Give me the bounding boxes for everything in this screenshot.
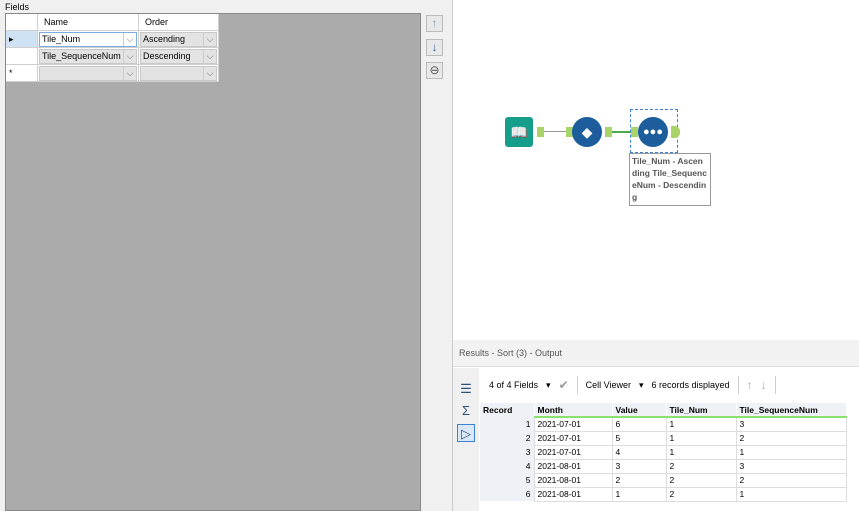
- move-up-button[interactable]: ↑: [426, 15, 443, 32]
- table-row: 2 2021-07-01 5 1 2: [480, 430, 847, 446]
- table-cell[interactable]: 2021-08-01: [533, 458, 613, 474]
- table-cell[interactable]: 6: [611, 416, 667, 432]
- table-cell[interactable]: 2: [735, 430, 847, 446]
- table-row: 6 2021-08-01 1 2 1: [480, 486, 847, 502]
- column-header[interactable]: Tile_Num: [666, 403, 737, 418]
- chevron-down-icon[interactable]: ⌵: [123, 50, 136, 63]
- field-row[interactable]: Tile_SequenceNum ⌵ Descending ⌵: [6, 48, 219, 65]
- order-dropdown[interactable]: Ascending ⌵: [140, 32, 217, 47]
- tile-tool-icon[interactable]: ◆: [572, 117, 602, 147]
- output-anchor[interactable]: [537, 127, 544, 137]
- column-header[interactable]: Value: [612, 403, 667, 418]
- checkmark-icon[interactable]: ✔: [559, 378, 569, 392]
- table-cell[interactable]: 1: [480, 417, 534, 431]
- order-dropdown[interactable]: ⌵: [140, 66, 217, 81]
- dropdown-caret-icon[interactable]: ▾: [639, 380, 644, 391]
- sort-annotation: Tile_Num - Ascending Tile_SequenceNum - …: [629, 153, 711, 206]
- row-marker: ▸: [6, 31, 38, 48]
- table-cell[interactable]: 5: [611, 430, 667, 446]
- cell-viewer-dropdown[interactable]: Cell Viewer: [586, 380, 631, 390]
- field-row[interactable]: ▸ Tile_Num ⌵ Ascending ⌵: [6, 31, 219, 48]
- results-table: Record Month Value Tile_Num Tile_SequenceNum…: [480, 403, 847, 502]
- table-cell[interactable]: 1: [735, 444, 847, 460]
- name-dropdown[interactable]: Tile_SequenceNum ⌵: [39, 49, 137, 64]
- table-cell[interactable]: 1: [665, 444, 737, 460]
- table-view-icon[interactable]: ☰: [457, 380, 475, 398]
- results-sidebar: ☰ Σ ▷: [453, 368, 479, 511]
- row-marker: *: [6, 65, 38, 82]
- table-cell[interactable]: 2021-08-01: [533, 486, 613, 502]
- column-header[interactable]: Month: [534, 403, 613, 418]
- dropdown-caret-icon[interactable]: ▾: [546, 380, 551, 391]
- column-header[interactable]: Record: [480, 403, 535, 417]
- name-dropdown[interactable]: ⌵: [39, 66, 137, 81]
- table-cell[interactable]: 1: [611, 486, 667, 502]
- move-down-button[interactable]: ↓: [426, 39, 443, 56]
- table-cell[interactable]: 4: [480, 459, 534, 473]
- sort-config-panel: Fields Name Order ▸ Tile_Num ⌵ Ascending ⌵…: [0, 0, 452, 511]
- table-cell[interactable]: 5: [480, 473, 534, 487]
- tag-view-icon[interactable]: ▷: [457, 424, 475, 442]
- results-toolbar: 4 of 4 Fields ▾ ✔ Cell Viewer ▾ 6 record…: [481, 370, 776, 400]
- sort-tool-icon[interactable]: ●●●: [638, 117, 668, 147]
- name-dropdown[interactable]: Tile_Num ⌵: [39, 32, 137, 47]
- row-marker: [6, 48, 38, 65]
- chevron-down-icon[interactable]: ⌵: [203, 67, 216, 80]
- fields-grid: Name Order ▸ Tile_Num ⌵ Ascending ⌵ Tile_S…: [5, 13, 421, 511]
- summary-icon[interactable]: Σ: [457, 402, 475, 420]
- arrow-up-icon[interactable]: ↑: [747, 378, 753, 392]
- table-cell[interactable]: 1: [735, 486, 847, 502]
- remove-button[interactable]: ⊖: [426, 62, 443, 79]
- column-header-name: Name: [38, 14, 139, 31]
- table-cell[interactable]: 3: [480, 445, 534, 459]
- table-cell[interactable]: 2: [665, 472, 737, 488]
- fields-dropdown[interactable]: 4 of 4 Fields: [489, 380, 538, 390]
- chevron-down-icon[interactable]: ⌵: [203, 50, 216, 63]
- table-row: 5 2021-08-01 2 2 2: [480, 472, 847, 488]
- table-cell[interactable]: 2021-07-01: [533, 416, 613, 432]
- results-title: Results - Sort (3) - Output: [453, 340, 859, 367]
- fields-label: Fields: [5, 2, 30, 12]
- order-dropdown[interactable]: Descending ⌵: [140, 49, 217, 64]
- column-header[interactable]: Tile_SequenceNum: [736, 403, 847, 418]
- records-displayed: 6 records displayed: [651, 380, 730, 390]
- column-header-order: Order: [139, 14, 219, 31]
- table-cell[interactable]: 2021-07-01: [533, 444, 613, 460]
- arrow-down-icon[interactable]: ↓: [761, 378, 767, 392]
- results-panel: Results - Sort (3) - Output ☰ Σ ▷ 4 of 4…: [452, 340, 859, 511]
- chevron-down-icon[interactable]: ⌵: [203, 33, 216, 46]
- table-row: 1 2021-07-01 6 1 3: [480, 416, 847, 432]
- table-cell[interactable]: 2: [480, 431, 534, 445]
- table-cell[interactable]: 6: [480, 487, 534, 501]
- table-cell[interactable]: 2: [611, 472, 667, 488]
- table-cell[interactable]: 4: [611, 444, 667, 460]
- table-row: 3 2021-07-01 4 1 1: [480, 444, 847, 460]
- chevron-down-icon[interactable]: ⌵: [123, 33, 136, 46]
- table-row: 4 2021-08-01 3 2 3: [480, 458, 847, 474]
- table-cell[interactable]: 1: [665, 430, 737, 446]
- chevron-down-icon[interactable]: ⌵: [123, 67, 136, 80]
- table-cell[interactable]: 1: [665, 416, 737, 432]
- table-cell[interactable]: 2021-07-01: [533, 430, 613, 446]
- table-cell[interactable]: 2: [735, 472, 847, 488]
- table-cell[interactable]: 2: [665, 458, 737, 474]
- input-tool-icon[interactable]: 📖: [505, 117, 533, 147]
- table-cell[interactable]: 3: [735, 416, 847, 432]
- table-cell[interactable]: 2: [665, 486, 737, 502]
- field-row[interactable]: * ⌵ ⌵: [6, 65, 219, 82]
- output-anchor[interactable]: [671, 126, 680, 138]
- table-cell[interactable]: 3: [735, 458, 847, 474]
- table-cell[interactable]: 3: [611, 458, 667, 474]
- table-cell[interactable]: 2021-08-01: [533, 472, 613, 488]
- output-anchor[interactable]: [605, 127, 612, 137]
